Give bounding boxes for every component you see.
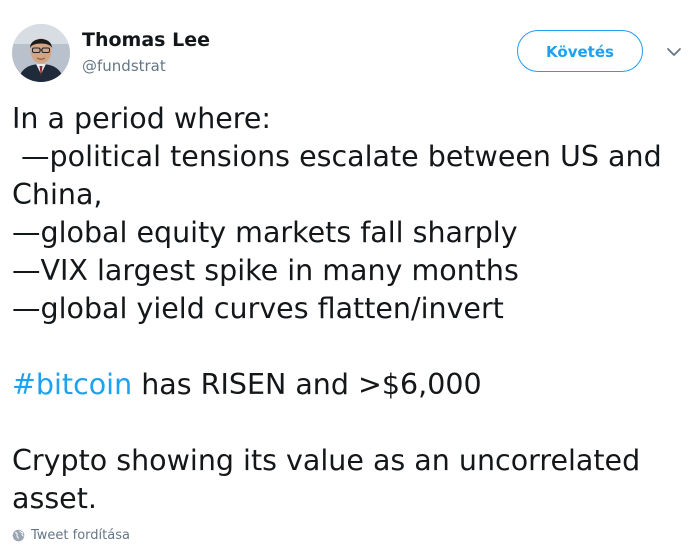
tweet-line: #bitcoin has RISEN and >$6,000 xyxy=(12,366,694,404)
tweet-card: Thomas Lee @fundstrat Követés In a perio… xyxy=(0,0,698,548)
tweet-line: —global equity markets fall sharply xyxy=(12,216,518,249)
author-handle[interactable]: @fundstrat xyxy=(82,57,166,75)
translate-label: Tweet fordítása xyxy=(31,528,130,543)
tweet-line: asset. xyxy=(12,482,97,515)
tweet-text: In a period where: —political tensions e… xyxy=(12,100,694,518)
author-name[interactable]: Thomas Lee xyxy=(82,29,210,51)
chevron-down-icon[interactable] xyxy=(664,42,684,62)
hashtag-link[interactable]: #bitcoin xyxy=(12,368,132,401)
translate-tweet-link[interactable]: Tweet fordítása xyxy=(12,528,130,543)
tweet-line: —global yield curves flatten/invert xyxy=(12,292,504,325)
avatar[interactable] xyxy=(12,24,70,82)
follow-button[interactable]: Követés xyxy=(517,30,643,72)
globe-icon xyxy=(12,529,25,542)
tweet-line: —political tensions escalate between US … xyxy=(12,140,662,173)
avatar-image xyxy=(12,24,70,82)
tweet-line: In a period where: xyxy=(12,102,272,135)
tweet-line: Crypto showing its value as an uncorrela… xyxy=(12,444,641,477)
tweet-line-rest: has RISEN and >$6,000 xyxy=(132,368,482,401)
tweet-line: China, xyxy=(12,178,103,211)
tweet-line: —VIX largest spike in many months xyxy=(12,254,519,287)
